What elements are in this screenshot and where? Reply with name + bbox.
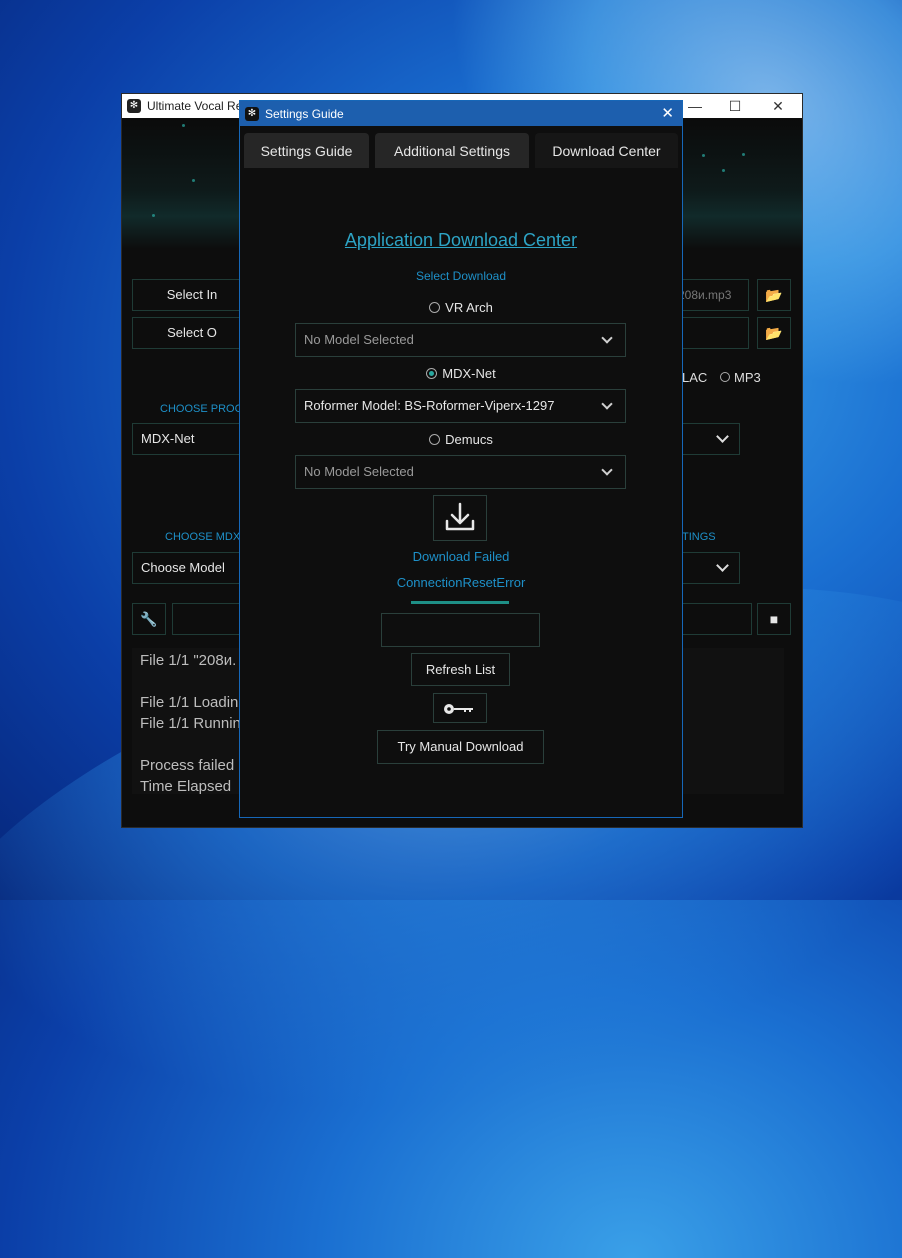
process-method-select[interactable]: MDX-Net [132, 423, 252, 455]
folder-open-icon: 📂 [765, 325, 783, 341]
vr-arch-label: VR Arch [445, 300, 493, 315]
download-icon [445, 502, 475, 531]
maximize-button[interactable]: ☐ [727, 98, 743, 115]
enter-code-button[interactable] [433, 693, 487, 723]
choose-mdx-label: CHOOSE MDX [165, 531, 241, 543]
key-icon [444, 703, 473, 714]
secondary-select[interactable] [682, 423, 740, 455]
select-download-label: Select Download [415, 269, 507, 283]
format-flac-label: LAC [682, 370, 708, 385]
settings-label: TINGS [682, 531, 716, 543]
console-line: File 1/1 "208и. [140, 652, 237, 669]
dialog-title: Settings Guide [265, 106, 344, 121]
open-output-folder-button[interactable]: 📂 [757, 317, 791, 349]
progress-field-right [682, 603, 752, 635]
select-input-label: Select In [166, 287, 218, 302]
mdx-net-radio[interactable]: MDX-Net [240, 366, 682, 381]
choose-model-select[interactable]: Choose Model [132, 552, 252, 584]
select-input-button[interactable]: Select In [132, 279, 252, 311]
select-output-button[interactable]: Select O [132, 317, 252, 349]
banner-dot [152, 214, 155, 217]
radio-circle [429, 434, 441, 446]
wrench-icon: 🔧 [140, 611, 158, 627]
mdx-net-model-value: Roformer Model: BS-Roformer-Viperx-1297 [304, 398, 555, 413]
tab-label: Additional Settings [394, 143, 510, 159]
vr-arch-radio[interactable]: VR Arch [240, 300, 682, 315]
console-line: File 1/1 Loadin [140, 694, 239, 711]
download-status: Download Failed [412, 549, 510, 564]
refresh-list-label: Refresh List [425, 662, 496, 677]
output-path-field[interactable] [677, 317, 749, 349]
demucs-radio[interactable]: Demucs [240, 432, 682, 447]
folder-open-icon: 📂 [765, 287, 783, 303]
main-window-title: Ultimate Vocal Re [147, 99, 243, 113]
banner-dot [722, 169, 725, 172]
banner-dot [182, 124, 185, 127]
mdx-net-model-select[interactable]: Roformer Model: BS-Roformer-Viperx-1297 [295, 389, 626, 423]
console-line: Process failed [140, 757, 235, 774]
download-entry-field[interactable] [381, 613, 540, 647]
tab-settings-guide[interactable]: Settings Guide [244, 133, 369, 168]
settings-select[interactable] [682, 552, 740, 584]
demucs-model-value: No Model Selected [304, 464, 414, 479]
format-mp3-label: MP3 [734, 370, 761, 385]
chevron-down-icon [601, 464, 613, 476]
vr-arch-model-select[interactable]: No Model Selected [295, 323, 626, 357]
try-manual-download-button[interactable]: Try Manual Download [377, 730, 544, 764]
dialog-titlebar: ✻ Settings Guide ✕ [240, 101, 682, 126]
chevron-down-icon [601, 332, 613, 344]
uvr-app-icon: ✻ [127, 99, 141, 113]
banner-dot [742, 153, 745, 156]
download-progress-bar [411, 601, 509, 604]
console-line: Time Elapsed [140, 778, 232, 795]
demucs-label: Demucs [445, 432, 493, 447]
minimize-button[interactable]: — [687, 98, 703, 114]
process-method-value: MDX-Net [141, 431, 195, 446]
radio-circle-selected [426, 368, 438, 380]
vr-arch-model-value: No Model Selected [304, 332, 414, 347]
format-mp3-option[interactable]: MP3 [720, 370, 761, 385]
chevron-down-icon [601, 398, 613, 410]
banner-dot [192, 179, 195, 182]
choose-process-label: CHOOSE PROC [160, 403, 243, 415]
stop-button[interactable]: ■ [757, 603, 791, 635]
tab-label: Download Center [552, 143, 661, 159]
chevron-down-icon [716, 430, 729, 443]
console-lines: File 1/1 "208и. File 1/1 Loadin File 1/1… [140, 650, 241, 797]
try-manual-download-label: Try Manual Download [397, 739, 524, 754]
stop-icon: ■ [769, 611, 779, 627]
error-text: ConnectionResetError [396, 575, 526, 590]
console-line: File 1/1 Runnin [140, 715, 241, 732]
uvr-app-icon: ✻ [245, 106, 259, 121]
settings-dialog: ✻ Settings Guide ✕ Settings Guide Additi… [239, 100, 683, 818]
chevron-down-icon [716, 559, 729, 572]
radio-circle [429, 302, 441, 314]
input-path-text: 208и.mp3 [678, 288, 732, 302]
tab-download-center[interactable]: Download Center [535, 133, 678, 168]
close-button[interactable]: ✕ [770, 98, 786, 115]
input-path-field[interactable]: 208и.mp3 [677, 279, 749, 311]
tab-bar: Settings Guide Additional Settings Downl… [240, 126, 682, 168]
select-output-label: Select O [167, 325, 217, 340]
radio-circle [720, 372, 730, 382]
open-input-folder-button[interactable]: 📂 [757, 279, 791, 311]
choose-model-value: Choose Model [141, 560, 225, 575]
tab-additional-settings[interactable]: Additional Settings [375, 133, 529, 168]
tab-label: Settings Guide [260, 143, 353, 159]
settings-wrench-button[interactable]: 🔧 [132, 603, 166, 635]
demucs-model-select[interactable]: No Model Selected [295, 455, 626, 489]
mdx-net-label: MDX-Net [442, 366, 496, 381]
refresh-list-button[interactable]: Refresh List [411, 653, 510, 686]
download-center-heading[interactable]: Application Download Center [240, 230, 682, 251]
download-button[interactable] [433, 495, 487, 541]
dialog-close-button[interactable]: ✕ [661, 104, 674, 122]
banner-dot [702, 154, 705, 157]
